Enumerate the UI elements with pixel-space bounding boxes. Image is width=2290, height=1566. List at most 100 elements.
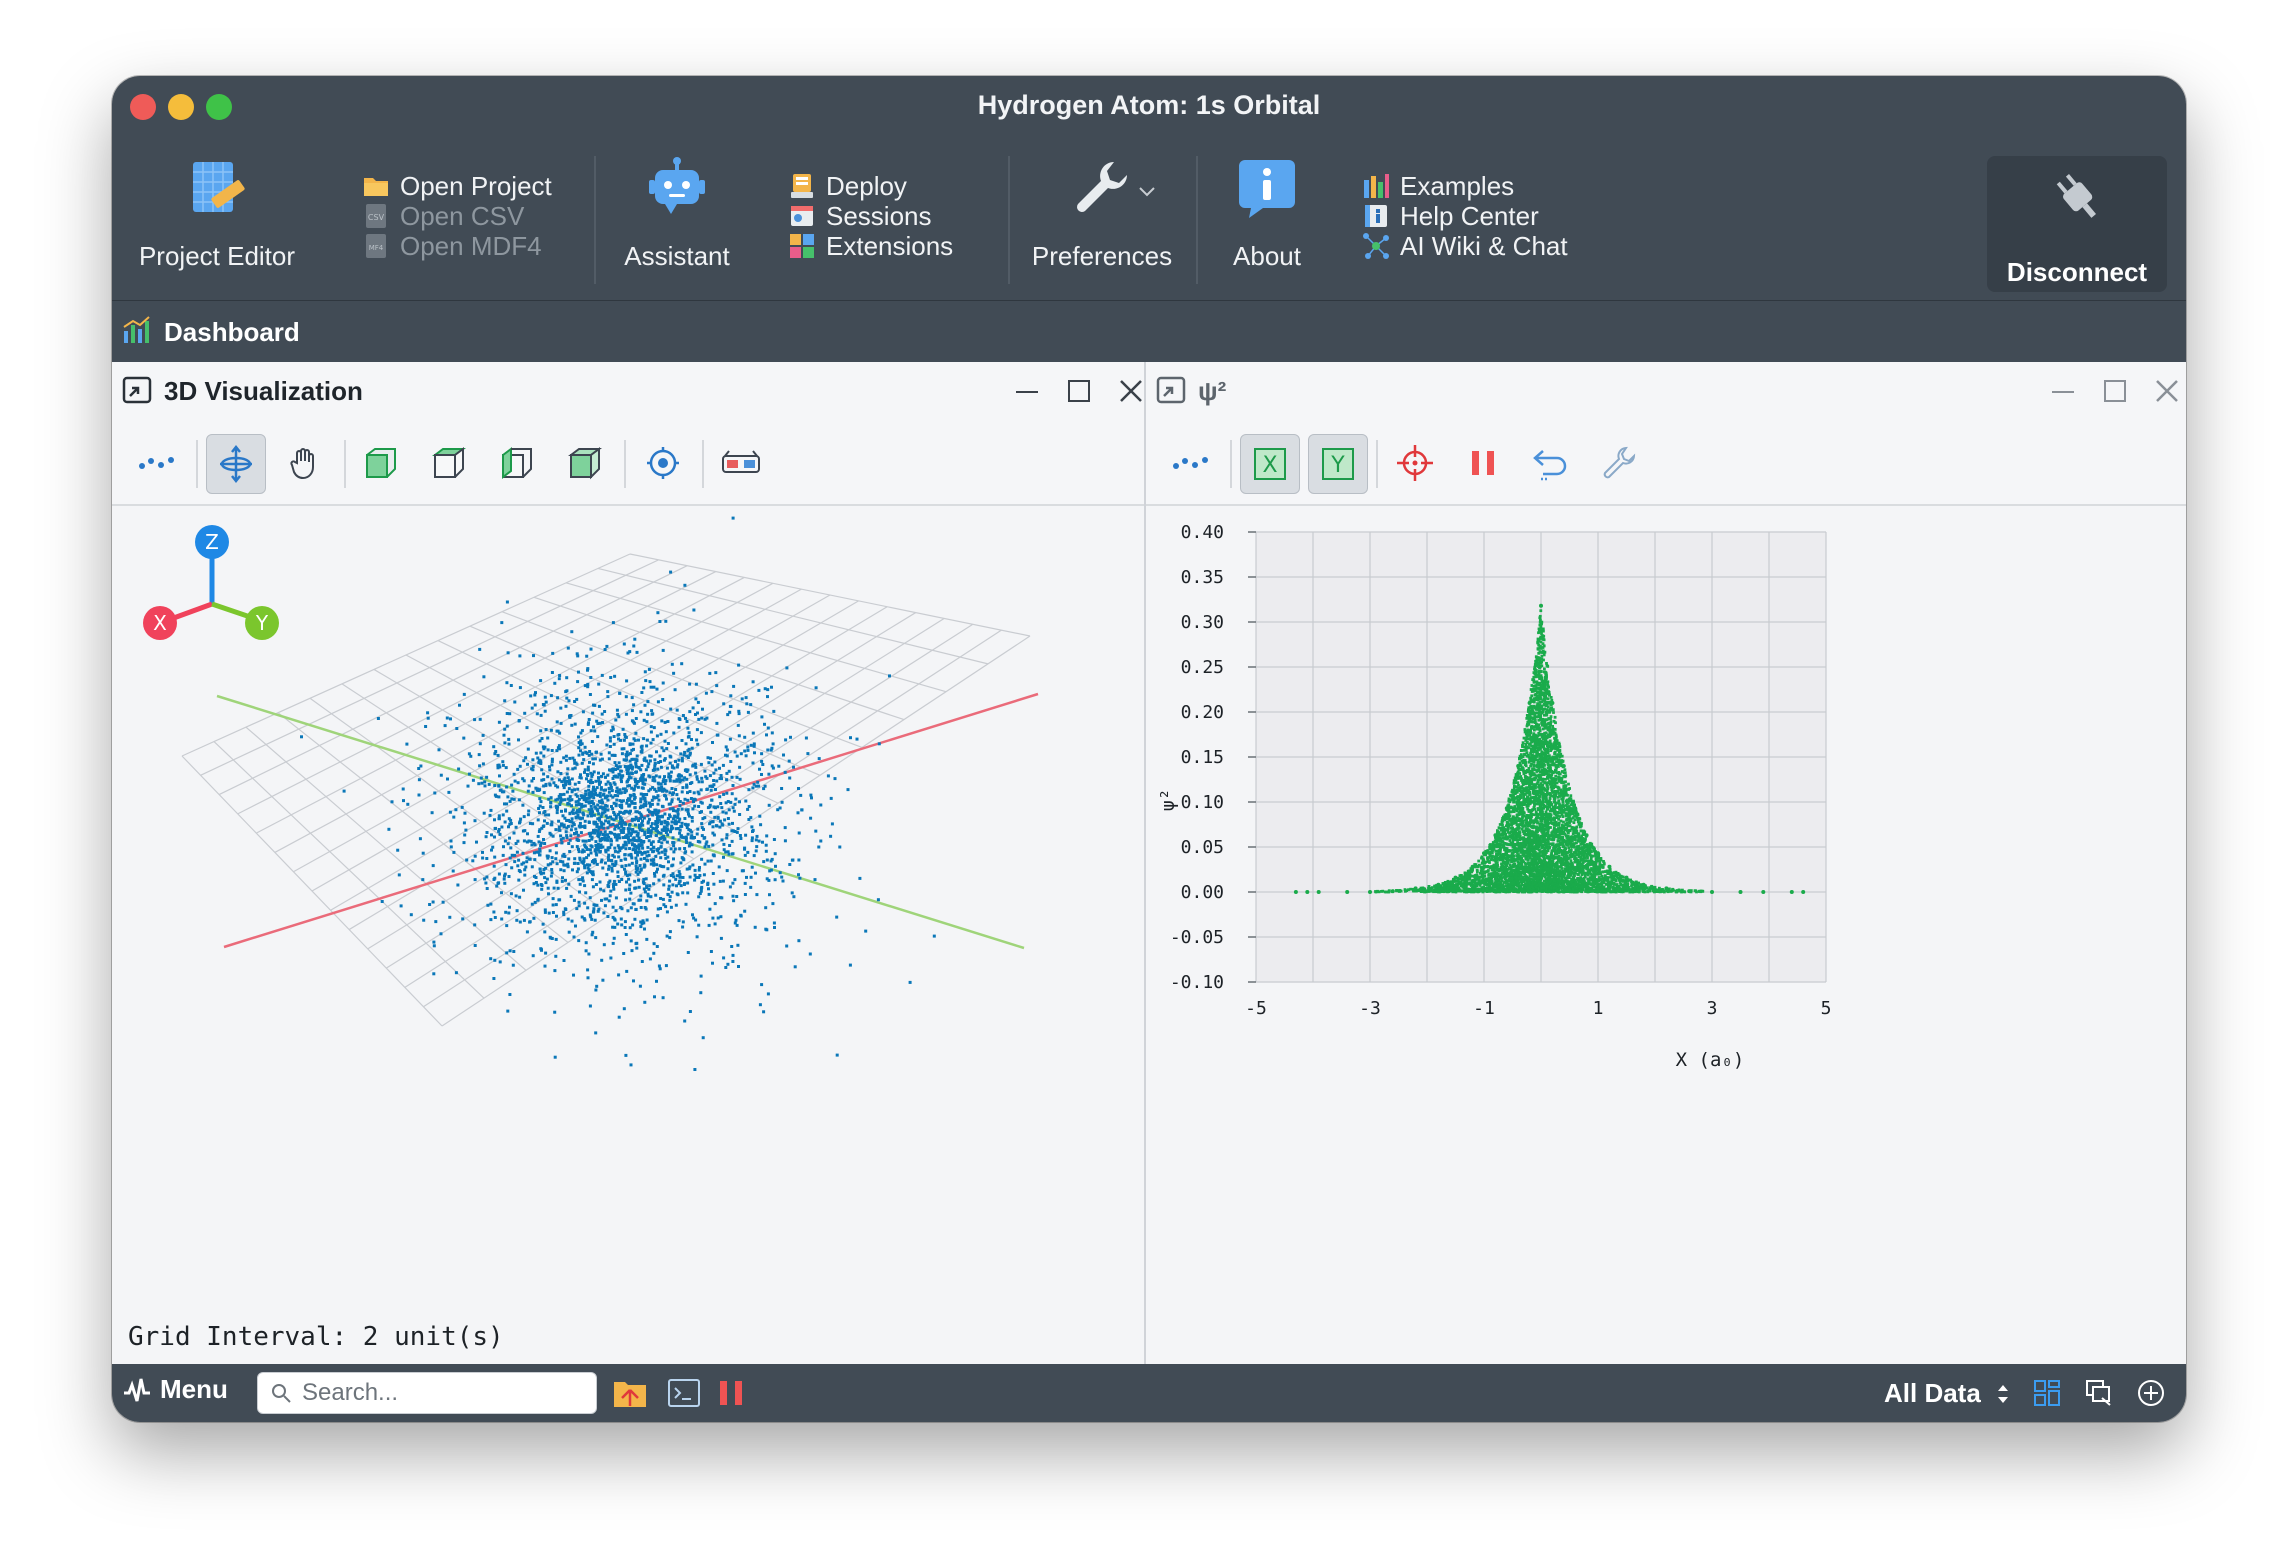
cloud-point — [523, 711, 527, 715]
cloud-point — [585, 773, 589, 776]
ai-wiki-button[interactable]: AI Wiki & Chat — [1362, 228, 1568, 264]
cloud-point — [477, 782, 481, 786]
project-editor-button[interactable]: Project Editor — [132, 156, 302, 272]
cloud-point — [705, 716, 709, 720]
data-point — [1515, 857, 1519, 861]
cloud-point — [766, 748, 770, 752]
x-axis-toggle-button[interactable]: X — [1240, 434, 1300, 494]
minimize-icon[interactable] — [1014, 378, 1040, 404]
cloud-point — [585, 856, 589, 860]
maximize-icon[interactable] — [1066, 378, 1092, 404]
cloud-point — [599, 887, 603, 891]
cloud-point — [540, 887, 544, 891]
cloud-point — [668, 930, 672, 934]
cloud-point — [705, 840, 709, 844]
cloud-point — [681, 876, 685, 879]
cloud-point — [727, 822, 731, 826]
maximize-icon[interactable] — [2102, 378, 2128, 404]
cloud-point — [700, 880, 704, 884]
cloud-point — [513, 779, 517, 783]
cloud-point — [783, 839, 787, 843]
cloud-point — [493, 827, 497, 831]
view-top-button[interactable] — [420, 434, 478, 492]
cloud-point — [553, 681, 557, 685]
cloud-point — [552, 886, 556, 890]
cloud-point — [649, 725, 653, 729]
psi-squared-chart[interactable]: 0.400.350.300.250.200.150.100.050.00-0.0… — [1146, 506, 2186, 1364]
orbit-tool-button[interactable] — [206, 434, 266, 494]
stereo-view-button[interactable] — [712, 434, 770, 492]
cloud-point — [668, 936, 672, 940]
y-axis-toggle-button[interactable]: Y — [1308, 434, 1368, 494]
cloud-point — [571, 868, 574, 872]
cloud-point — [516, 767, 520, 771]
pan-tool-button[interactable] — [276, 434, 334, 492]
cloud-point — [554, 851, 558, 855]
cloud-point — [380, 900, 384, 903]
cloud-point — [675, 708, 679, 712]
cloud-point — [604, 819, 608, 823]
preferences-button[interactable]: Preferences — [1022, 156, 1182, 272]
cloud-point — [765, 928, 769, 932]
cloud-point — [522, 888, 525, 892]
cloud-point — [631, 742, 635, 746]
cloud-point — [616, 712, 620, 716]
minimize-icon[interactable] — [2050, 378, 2076, 404]
undo-zoom-button[interactable] — [1522, 434, 1580, 492]
center-view-button[interactable] — [634, 434, 692, 492]
cube-iso-icon — [568, 447, 602, 480]
cloud-point — [669, 707, 673, 711]
cloud-point — [830, 822, 834, 826]
cloud-point — [744, 799, 748, 803]
cloud-point — [602, 792, 606, 796]
plot-settings-button[interactable] — [1590, 434, 1648, 492]
y-tick-label: 0.30 — [1181, 612, 1224, 633]
about-button[interactable]: About — [1212, 156, 1322, 272]
cloud-point — [396, 848, 400, 852]
cloud-point — [758, 767, 761, 771]
cloud-point — [487, 782, 491, 786]
cloud-point — [675, 874, 679, 878]
open-mdf4-button[interactable]: MF4 Open MDF4 — [362, 228, 542, 264]
cloud-point — [694, 876, 698, 879]
view-side-button[interactable] — [488, 434, 546, 492]
disconnect-button[interactable]: Disconnect — [1987, 156, 2167, 292]
cloud-point — [467, 772, 471, 776]
assistant-button[interactable]: Assistant — [612, 156, 742, 272]
3d-scene[interactable]: Z X Y — [112, 506, 1144, 1364]
close-icon[interactable] — [2154, 378, 2180, 404]
cloud-point — [565, 834, 569, 838]
cloud-point — [644, 804, 648, 808]
cloud-point — [690, 738, 693, 741]
view-iso-button[interactable] — [556, 434, 614, 492]
y-tick-label: -0.05 — [1170, 927, 1224, 948]
pause-button[interactable] — [1454, 434, 1512, 492]
cloud-point — [707, 892, 711, 896]
cloud-point — [616, 844, 620, 848]
cloud-point — [574, 816, 578, 820]
cloud-point — [591, 788, 595, 792]
cloud-point — [611, 905, 615, 909]
extensions-button[interactable]: Extensions — [788, 228, 953, 264]
expand-window-icon[interactable] — [122, 376, 152, 404]
cloud-point — [635, 759, 639, 763]
cloud-point — [642, 921, 646, 925]
crosshair-button[interactable] — [1386, 434, 1444, 492]
scatter-mode-button[interactable] — [128, 434, 186, 492]
cloud-point — [724, 745, 728, 749]
expand-window-icon[interactable] — [1156, 376, 1186, 404]
cloud-point — [664, 779, 668, 783]
cloud-point — [493, 784, 497, 787]
cloud-point — [666, 867, 670, 871]
view-front-button[interactable] — [352, 434, 410, 492]
cloud-point — [557, 677, 561, 681]
cloud-point — [598, 806, 602, 810]
3d-canvas[interactable]: Z X Y Grid Interval: 2 unit(s) — [112, 506, 1144, 1364]
cloud-point — [691, 913, 694, 917]
plot-canvas[interactable]: 0.40 0.35 0.30 0.25 0.20 0.15 0.10 0.05 0.00 -0.0… — [1146, 506, 2186, 1364]
close-icon[interactable] — [1118, 378, 1144, 404]
toolbar-separator — [1376, 440, 1378, 488]
scatter-mode-button[interactable] — [1162, 434, 1220, 492]
cloud-point — [615, 838, 619, 842]
cloud-point — [550, 777, 554, 781]
